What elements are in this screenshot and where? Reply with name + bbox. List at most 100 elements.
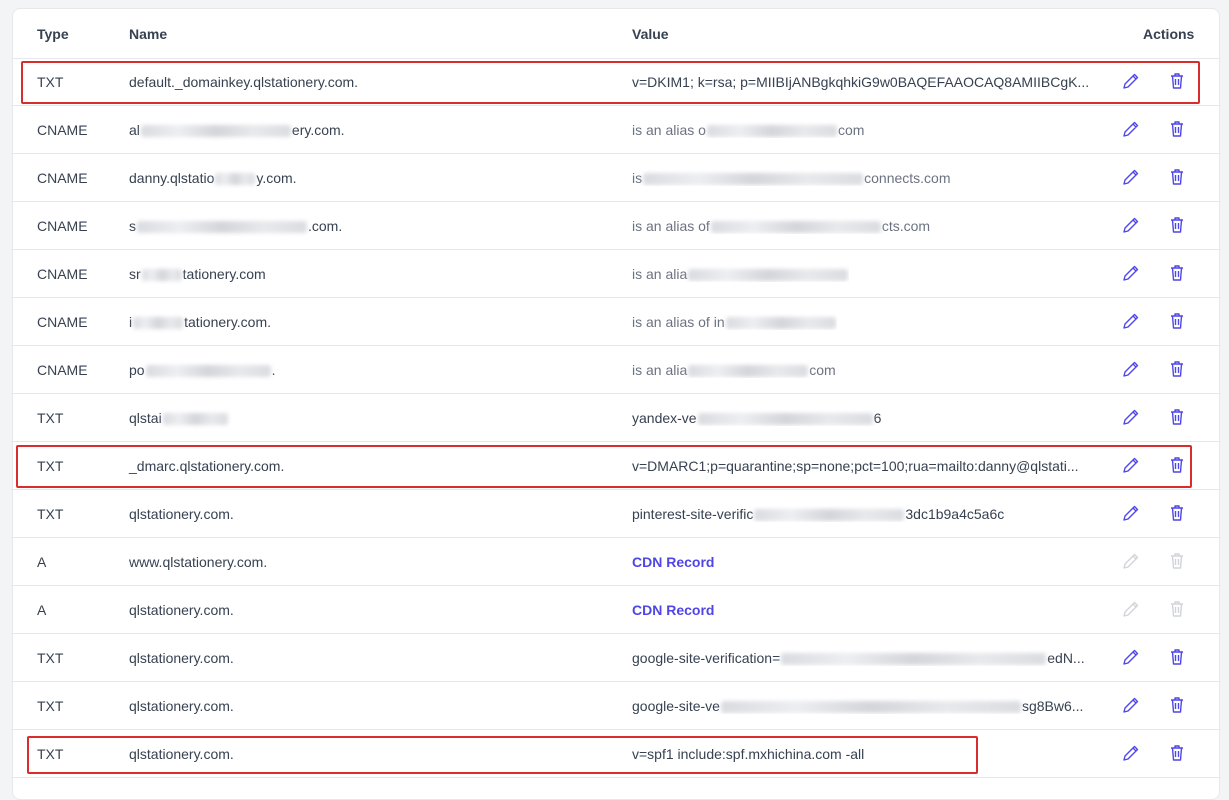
edit-pencil-icon[interactable]	[1121, 119, 1141, 139]
record-name: i tationery.com.	[129, 314, 272, 330]
record-value: v=spf1 include:spf.mxhichina.com -all	[632, 746, 865, 762]
record-value: v=DKIM1; k=rsa; p=MIIBIjANBgkqhkiG9w0BAQ…	[632, 74, 1090, 90]
table-row: CNAME al ery.com. is an alias o com	[13, 106, 1219, 154]
edit-pencil-icon[interactable]	[1121, 743, 1141, 763]
edit-pencil-icon[interactable]	[1121, 647, 1141, 667]
header-actions: Actions	[1143, 26, 1195, 42]
table-row: CNAME i tationery.com. is an alias of in	[13, 298, 1219, 346]
record-name: qlstai	[129, 410, 229, 426]
cdn-record-link[interactable]: CDN Record	[632, 602, 714, 618]
delete-trash-icon[interactable]	[1167, 71, 1187, 91]
table-row: CNAME s .com. is an alias of cts.com	[13, 202, 1219, 250]
table-row: TXT qlstationery.com. pinterest-site-ver…	[13, 490, 1219, 538]
edit-pencil-icon[interactable]	[1121, 167, 1141, 187]
delete-trash-icon[interactable]	[1167, 311, 1187, 331]
table-row: TXT _dmarc.qlstationery.com. v=DMARC1;p=…	[13, 442, 1219, 490]
redacted-text	[140, 125, 291, 138]
edit-pencil-icon[interactable]	[1121, 455, 1141, 475]
redacted-text	[133, 317, 184, 330]
delete-trash-icon[interactable]	[1167, 263, 1187, 283]
delete-trash-icon[interactable]	[1167, 167, 1187, 187]
record-type: TXT	[37, 74, 64, 90]
redacted-text	[141, 269, 182, 282]
record-type: CNAME	[37, 314, 88, 330]
redacted-text	[215, 173, 256, 186]
redacted-text	[706, 125, 837, 138]
delete-trash-icon[interactable]	[1167, 119, 1187, 139]
redacted-text	[688, 365, 809, 378]
record-name: www.qlstationery.com.	[129, 554, 268, 570]
delete-trash-icon[interactable]	[1167, 215, 1187, 235]
redacted-text	[162, 413, 228, 426]
record-value: pinterest-site-verific 3dc1b9a4c5a6c	[632, 506, 1005, 522]
record-type: TXT	[37, 746, 64, 762]
delete-trash-icon[interactable]	[1167, 455, 1187, 475]
redacted-text	[710, 221, 881, 234]
delete-trash-icon[interactable]	[1167, 695, 1187, 715]
edit-pencil-icon[interactable]	[1121, 263, 1141, 283]
record-name: qlstationery.com.	[129, 650, 234, 666]
record-type: CNAME	[37, 362, 88, 378]
table-row: CNAME po. is an alia com	[13, 346, 1219, 394]
table-row: TXT qlstai yandex-ve 6	[13, 394, 1219, 442]
record-value: is an alias of in	[632, 314, 837, 330]
table-row: TXT default._domainkey.qlstationery.com.…	[13, 58, 1219, 106]
header-name: Name	[129, 26, 168, 42]
record-name: al ery.com.	[129, 122, 345, 138]
redacted-text	[720, 701, 1021, 714]
record-name: qlstationery.com.	[129, 698, 234, 714]
delete-trash-icon[interactable]	[1167, 647, 1187, 667]
edit-pencil-icon[interactable]	[1121, 407, 1141, 427]
redacted-text	[754, 509, 905, 522]
edit-pencil-icon[interactable]	[1121, 695, 1141, 715]
delete-trash-icon	[1167, 551, 1187, 571]
record-value: yandex-ve 6	[632, 410, 882, 426]
table-row: TXT qlstationery.com. google-site-verifi…	[13, 634, 1219, 682]
delete-trash-icon[interactable]	[1167, 359, 1187, 379]
record-type: A	[37, 554, 47, 570]
redacted-text	[643, 173, 864, 186]
delete-trash-icon[interactable]	[1167, 503, 1187, 523]
edit-pencil-icon[interactable]	[1121, 359, 1141, 379]
redacted-text	[145, 365, 271, 378]
record-value: google-site-ve sg8Bw6...	[632, 698, 1084, 714]
dns-records-table: Type Name Value Actions TXT default._dom…	[12, 8, 1220, 800]
record-type: CNAME	[37, 122, 88, 138]
record-name: qlstationery.com.	[129, 602, 234, 618]
record-type: TXT	[37, 506, 64, 522]
table-header: Type Name Value Actions	[13, 9, 1219, 59]
header-type: Type	[37, 26, 69, 42]
record-name: qlstationery.com.	[129, 746, 234, 762]
cdn-record-link[interactable]: CDN Record	[632, 554, 714, 570]
table-row: CNAME danny.qlstatio y.com. is connects.co…	[13, 154, 1219, 202]
table-row: A qlstationery.com. CDN Record	[13, 586, 1219, 634]
redacted-text	[697, 413, 873, 426]
delete-trash-icon	[1167, 599, 1187, 619]
record-name: sr tationery.com	[129, 266, 266, 282]
delete-trash-icon[interactable]	[1167, 743, 1187, 763]
record-name: default._domainkey.qlstationery.com.	[129, 74, 359, 90]
record-type: TXT	[37, 698, 64, 714]
record-name: qlstationery.com.	[129, 506, 234, 522]
record-value: is an alias of cts.com	[632, 218, 931, 234]
record-name: danny.qlstatio y.com.	[129, 170, 297, 186]
table-row: TXT qlstationery.com. v=spf1 include:spf…	[13, 730, 1219, 778]
record-value: is an alias o com	[632, 122, 865, 138]
delete-trash-icon[interactable]	[1167, 407, 1187, 427]
record-value: is connects.com	[632, 170, 951, 186]
edit-pencil-icon[interactable]	[1121, 311, 1141, 331]
edit-pencil-icon[interactable]	[1121, 71, 1141, 91]
redacted-text	[137, 221, 307, 234]
redacted-text	[781, 653, 1047, 666]
table-row: A www.qlstationery.com. CDN Record	[13, 538, 1219, 586]
record-type: CNAME	[37, 170, 88, 186]
redacted-text	[725, 317, 836, 330]
edit-pencil-icon[interactable]	[1121, 215, 1141, 235]
record-value: v=DMARC1;p=quarantine;sp=none;pct=100;ru…	[632, 458, 1079, 474]
record-type: CNAME	[37, 218, 88, 234]
edit-pencil-icon[interactable]	[1121, 503, 1141, 523]
record-type: TXT	[37, 650, 64, 666]
record-value: google-site-verification= edN...	[632, 650, 1085, 666]
record-name: s .com.	[129, 218, 343, 234]
table-row: TXT qlstationery.com. google-site-ve sg8B…	[13, 682, 1219, 730]
